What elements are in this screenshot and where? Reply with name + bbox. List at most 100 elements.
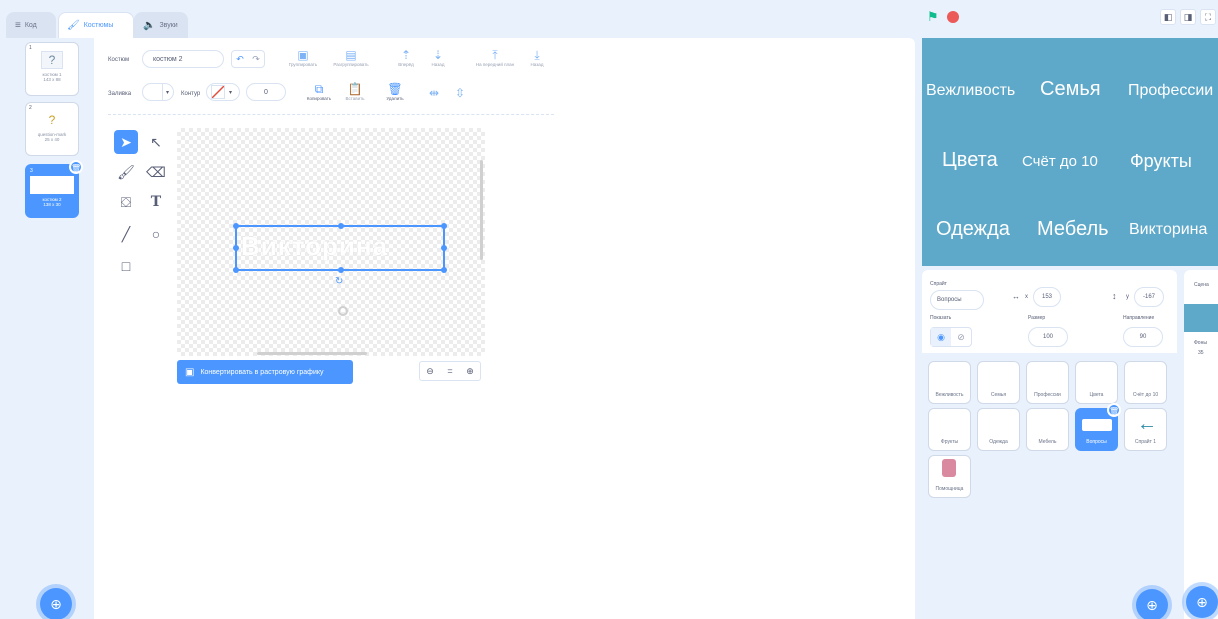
- sprite-tile[interactable]: Семья: [977, 361, 1020, 404]
- sprite-label: Спрайт: [930, 281, 947, 287]
- y-arrows-icon: ↕: [1112, 291, 1117, 301]
- rectangle-tool[interactable]: □: [114, 254, 138, 278]
- select-tool[interactable]: ➤: [114, 130, 138, 154]
- undo-icon[interactable]: ↶: [232, 51, 248, 67]
- reshape-tool[interactable]: ↖: [144, 130, 168, 154]
- resize-handle[interactable]: [441, 223, 447, 229]
- outline-label: Контур: [181, 91, 201, 97]
- choose-backdrop-button[interactable]: ⊕: [1186, 586, 1218, 618]
- redo-icon[interactable]: ↷: [248, 51, 264, 67]
- stage-title: Сцена: [1194, 282, 1209, 288]
- show-label: Показать: [930, 315, 952, 321]
- eraser-tool[interactable]: ⌫: [144, 160, 168, 184]
- front-button[interactable]: ⤒ На передний план: [470, 48, 520, 67]
- group-button[interactable]: ▣ Группировать: [280, 48, 326, 67]
- green-flag-icon[interactable]: ⚑: [927, 9, 939, 25]
- y-input[interactable]: -167: [1134, 287, 1164, 307]
- x-input[interactable]: 153: [1033, 287, 1061, 307]
- image-icon: ▣: [185, 366, 195, 378]
- line-tool[interactable]: ╱: [114, 222, 138, 246]
- backward-icon: ⇣: [432, 48, 444, 62]
- convert-label: Конвертировать в растровую графику: [200, 368, 324, 376]
- delete-sprite-icon[interactable]: 🗑: [1107, 403, 1121, 417]
- costume-size: 138 x 30: [43, 202, 61, 207]
- group-icon: ▣: [297, 48, 309, 62]
- resize-handle[interactable]: [233, 223, 239, 229]
- sprite-tile-selected[interactable]: Вопросы 🗑: [1075, 403, 1121, 451]
- sprite-tile[interactable]: Мебель: [1026, 408, 1069, 451]
- vertical-scrollbar[interactable]: [480, 160, 483, 260]
- costume-tile-selected[interactable]: 3 костюм 2 138 x 30 🗑: [25, 160, 83, 218]
- delete-costume-icon[interactable]: 🗑: [69, 160, 83, 174]
- size-label: Размер: [1028, 315, 1046, 321]
- stop-icon[interactable]: [947, 11, 959, 23]
- brush-tool[interactable]: 🖌: [114, 160, 138, 184]
- horizontal-scrollbar[interactable]: [257, 352, 367, 355]
- rotate-handle-icon[interactable]: ↻: [335, 276, 343, 287]
- eye-hidden-icon[interactable]: ⊘: [951, 328, 971, 346]
- stage-word: Вежливость: [926, 82, 1016, 99]
- sprite-name-input[interactable]: Вопросы: [930, 290, 984, 310]
- sprite-tile[interactable]: Профессии: [1026, 361, 1069, 404]
- convert-to-bitmap-button[interactable]: ▣ Конвертировать в растровую графику: [177, 360, 353, 384]
- direction-input[interactable]: 90: [1123, 327, 1163, 347]
- costume-name-input[interactable]: костюм 2: [142, 50, 224, 68]
- resize-handle[interactable]: [233, 245, 239, 251]
- costume-tile[interactable]: 2 ? question-mark 25 x 40: [25, 102, 79, 156]
- backdrop-add-icon: ⊕: [1196, 593, 1208, 610]
- fullscreen-icon[interactable]: ⛶: [1200, 9, 1216, 25]
- choose-costume-button[interactable]: ⊕: [40, 588, 72, 619]
- forward-button[interactable]: ⇡ Вперёд: [388, 48, 424, 67]
- flip-horizontal-icon: ⇹: [428, 86, 440, 100]
- resize-handle[interactable]: [338, 267, 344, 273]
- eye-visible-icon[interactable]: ◉: [931, 328, 951, 346]
- sprite-name: Мебель: [1038, 439, 1057, 445]
- stage-selector[interactable]: Сцена Фоны 35 ⊕: [1184, 270, 1218, 619]
- sprite-tile[interactable]: Одежда: [977, 408, 1020, 451]
- fill-tool[interactable]: ⛋: [114, 190, 138, 214]
- tab-code[interactable]: ≡ Код: [6, 12, 56, 38]
- circle-tool[interactable]: ○: [144, 222, 168, 246]
- large-stage-icon[interactable]: ◨: [1180, 9, 1196, 25]
- backdrops-count: 35: [1198, 350, 1204, 356]
- costume-size: 143 x 88: [43, 77, 61, 82]
- paste-button[interactable]: 📋 Вставить: [332, 82, 378, 101]
- text-tool[interactable]: T: [144, 190, 168, 214]
- resize-handle[interactable]: [441, 267, 447, 273]
- small-stage-icon[interactable]: ◧: [1160, 9, 1176, 25]
- stage[interactable]: Вежливость Семья Профессии Цвета Счёт до…: [922, 38, 1218, 266]
- outline-swatch[interactable]: ▾: [206, 83, 240, 101]
- sprite-tile[interactable]: Счёт до 10: [1124, 361, 1167, 404]
- sprite-tile[interactable]: Цвета: [1075, 361, 1118, 404]
- sprite-tile[interactable]: Фрукты: [928, 408, 971, 451]
- zoom-reset-button[interactable]: =: [440, 362, 460, 380]
- zoom-out-icon[interactable]: ⊖: [420, 362, 440, 380]
- drawing-canvas[interactable]: Викторина ↻: [177, 128, 485, 356]
- flip-horizontal-button[interactable]: ⇹: [424, 86, 444, 100]
- outline-width-input[interactable]: 0: [246, 83, 286, 101]
- delete-button[interactable]: 🗑 Удалить: [379, 82, 411, 101]
- zoom-in-icon[interactable]: ⊕: [460, 362, 480, 380]
- resize-handle[interactable]: [338, 223, 344, 229]
- resize-handle[interactable]: [441, 245, 447, 251]
- sprite-tile[interactable]: Помощница: [928, 455, 971, 498]
- costume-tile[interactable]: 1 ? костюм 1 143 x 88: [25, 42, 79, 96]
- resize-handle[interactable]: [233, 267, 239, 273]
- choose-sprite-button[interactable]: ⊕: [1136, 589, 1168, 619]
- rectangle-icon: □: [121, 258, 131, 274]
- backward-button[interactable]: ⇣ Назад: [420, 48, 456, 67]
- sprite-tile[interactable]: Вежливость: [928, 361, 971, 404]
- ungroup-button[interactable]: ▤ Разгруппировать: [328, 48, 374, 67]
- speaker-icon: 🔈: [143, 20, 156, 31]
- costume-thumbnail: [30, 176, 74, 194]
- size-input[interactable]: 100: [1028, 327, 1068, 347]
- line-icon: ╱: [121, 225, 131, 242]
- selection-box[interactable]: Викторина ↻: [233, 223, 447, 287]
- stage-word: Мебель: [1037, 218, 1109, 240]
- back-button[interactable]: ⤓ Назад: [522, 48, 552, 67]
- tab-costumes[interactable]: 🖌 Костюмы: [58, 12, 134, 38]
- tab-sounds[interactable]: 🔈 Звуки: [134, 12, 188, 38]
- fill-swatch[interactable]: ▾: [142, 83, 174, 101]
- sprite-tile[interactable]: ← Спрайт 1: [1124, 408, 1167, 451]
- flip-vertical-button[interactable]: ⇳: [450, 86, 470, 100]
